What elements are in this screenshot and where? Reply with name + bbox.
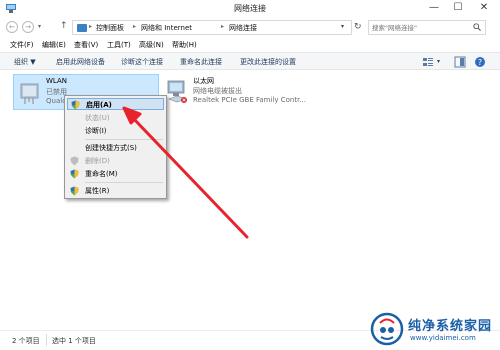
uac-shield-icon xyxy=(70,186,79,196)
breadcrumb-separator-icon: ▸ xyxy=(133,23,137,30)
context-menu-rename[interactable]: 重命名(M) xyxy=(67,168,164,180)
context-menu-properties[interactable]: 属性(R) xyxy=(67,185,164,197)
selection-count: 选中 1 个项目 xyxy=(52,337,96,345)
watermark-title: 纯净系统家园 xyxy=(408,319,493,334)
ethernet-adapter-icon xyxy=(167,80,187,103)
uac-shield-icon xyxy=(70,169,79,179)
address-bar: ← → ▾ ↑ ▸ 控制面板 ▸ 网络和 Internet ▸ 网络连接 ▾ ↻ xyxy=(0,18,500,38)
context-menu-label: 创建快捷方式(S) xyxy=(85,144,137,152)
uac-shield-icon xyxy=(71,100,80,110)
menu-bar: 文件(F) 编辑(E) 查看(V) 工具(T) 高级(N) 帮助(H) xyxy=(0,38,500,52)
organize-button[interactable]: 组织 ▼ xyxy=(14,57,36,67)
search-input[interactable] xyxy=(372,22,467,33)
search-box[interactable] xyxy=(368,20,486,35)
close-button[interactable]: ✕ xyxy=(472,0,496,16)
context-menu: 启用(A) 状态(U) 诊断(I) 创建快捷方式(S) 删除(D) 重命名(M)… xyxy=(64,95,167,199)
recent-locations-chevron-icon[interactable]: ▾ xyxy=(38,23,41,30)
menu-edit[interactable]: 编辑(E) xyxy=(42,40,66,50)
site-watermark: 纯净系统家园 www.yidaimei.com xyxy=(370,312,498,348)
refresh-button[interactable]: ↻ xyxy=(354,22,362,32)
context-menu-diagnose[interactable]: 诊断(I) xyxy=(67,125,164,137)
forward-button[interactable]: → xyxy=(22,21,34,33)
breadcrumb-separator-icon: ▸ xyxy=(221,23,225,30)
connection-name: WLAN xyxy=(46,77,68,85)
minimize-button[interactable]: — xyxy=(422,0,446,16)
preview-pane-icon[interactable] xyxy=(454,56,466,68)
up-button[interactable]: ↑ xyxy=(60,21,68,31)
maximize-button[interactable]: ☐ xyxy=(446,0,470,16)
context-menu-delete: 删除(D) xyxy=(67,155,164,167)
address-dropdown-icon[interactable]: ▾ xyxy=(341,23,344,30)
context-menu-label: 启用(A) xyxy=(86,101,112,109)
watermark-logo-icon xyxy=(370,312,404,346)
breadcrumb-separator-icon: ▸ xyxy=(89,23,93,30)
context-menu-label: 诊断(I) xyxy=(85,127,107,135)
help-icon[interactable]: ? xyxy=(474,56,486,68)
breadcrumb-network-connections[interactable]: 网络连接 xyxy=(229,23,257,33)
watermark-url: www.yidaimei.com xyxy=(410,334,476,342)
context-menu-separator xyxy=(85,182,163,183)
address-box[interactable]: ▸ 控制面板 ▸ 网络和 Internet ▸ 网络连接 xyxy=(72,20,352,35)
menu-advanced[interactable]: 高级(N) xyxy=(139,40,164,50)
change-settings-button[interactable]: 更改此连接的设置 xyxy=(240,57,296,67)
context-menu-label: 删除(D) xyxy=(85,157,110,165)
wireless-adapter-icon xyxy=(20,83,39,104)
context-menu-create-shortcut[interactable]: 创建快捷方式(S) xyxy=(67,142,164,154)
ethernet-connection-tile[interactable]: 以太网 网络电缆被拔出 Realtek PCIe GBE Family Cont… xyxy=(161,74,311,110)
menu-help[interactable]: 帮助(H) xyxy=(172,40,197,50)
title-bar: 网络连接 — ☐ ✕ xyxy=(0,0,500,18)
menu-tools[interactable]: 工具(T) xyxy=(107,40,131,50)
search-icon[interactable] xyxy=(473,23,481,31)
context-menu-status: 状态(U) xyxy=(67,112,164,124)
svg-text:?: ? xyxy=(478,58,482,67)
context-menu-label: 状态(U) xyxy=(85,114,110,122)
back-button[interactable]: ← xyxy=(6,21,18,33)
rename-connection-button[interactable]: 重命名此连接 xyxy=(180,57,222,67)
context-menu-enable[interactable]: 启用(A) xyxy=(67,98,164,110)
menu-file[interactable]: 文件(F) xyxy=(10,40,34,50)
breadcrumb-network-internet[interactable]: 网络和 Internet xyxy=(141,23,192,33)
enable-device-button[interactable]: 启用此网络设备 xyxy=(56,57,105,67)
connection-status: 网络电缆被拔出 xyxy=(193,87,242,95)
menu-view[interactable]: 查看(V) xyxy=(74,40,98,50)
status-divider xyxy=(46,334,47,346)
breadcrumb-control-panel[interactable]: 控制面板 xyxy=(96,23,124,33)
context-menu-label: 属性(R) xyxy=(85,187,110,195)
connection-device: Realtek PCIe GBE Family Contr... xyxy=(193,96,307,104)
context-menu-separator xyxy=(85,139,163,140)
context-menu-label: 重命名(M) xyxy=(85,170,118,178)
view-options-icon[interactable] xyxy=(422,56,434,68)
connection-name: 以太网 xyxy=(193,77,214,85)
command-toolbar: 组织 ▼ 启用此网络设备 诊断这个连接 重命名此连接 更改此连接的设置 ▾ ? xyxy=(0,52,500,70)
view-options-chevron-icon[interactable]: ▾ xyxy=(437,58,440,65)
uac-shield-icon xyxy=(70,156,79,166)
item-count: 2 个项目 xyxy=(12,337,40,345)
control-panel-icon xyxy=(77,24,87,32)
diagnose-connection-button[interactable]: 诊断这个连接 xyxy=(121,57,163,67)
